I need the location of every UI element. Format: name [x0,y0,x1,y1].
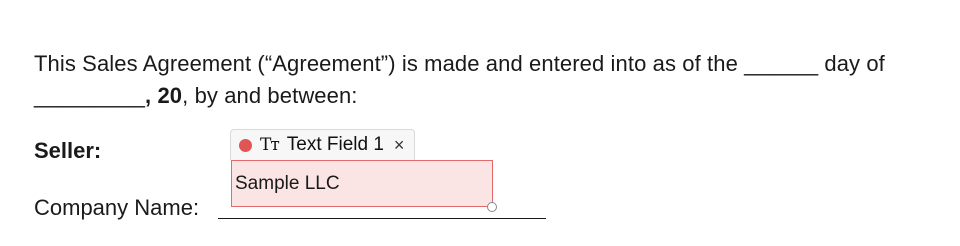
agreement-paragraph: This Sales Agreement (“Agreement”) is ma… [34,48,944,112]
agreement-line-1: This Sales Agreement (“Agreement”) is ma… [34,51,885,76]
text-field-tag[interactable]: Tт Text Field 1 × [230,129,416,160]
close-icon[interactable]: × [394,135,405,156]
resize-handle[interactable] [487,202,497,212]
company-name-underline [218,218,546,219]
agreement-line-2: , by and between: [182,83,358,108]
text-type-icon: Tт [260,135,280,155]
year-prefix: , 20 [145,83,183,108]
seller-label: Seller: [34,138,102,163]
company-name-label: Company Name: [34,195,200,220]
text-field-tag-label: Text Field 1 [286,134,384,155]
text-field-input[interactable]: Sample LLC [231,160,493,207]
date-blank: _________ [34,83,146,108]
status-dot-icon [239,138,252,152]
